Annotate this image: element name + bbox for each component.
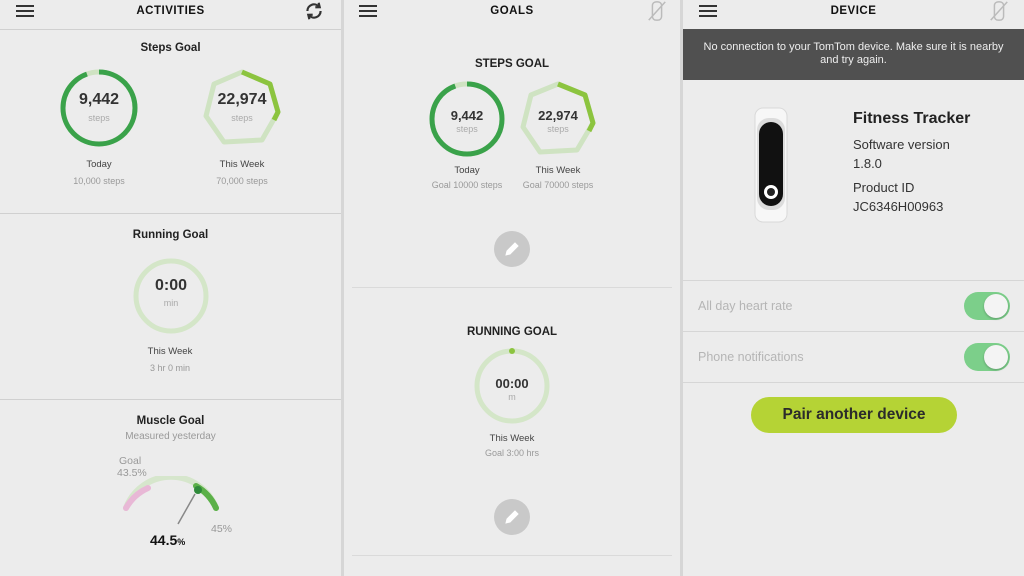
muscle-goal-subtitle: Measured yesterday — [125, 431, 216, 442]
steps-week-value: 22,974 — [538, 108, 578, 123]
goals-screen: GOALS STEPS GOAL 9,442 steps Today Goal … — [344, 0, 680, 576]
steps-today-value: 9,442 — [78, 91, 120, 108]
top-bar: GOALS — [344, 0, 680, 24]
running-value: 0:00 — [154, 277, 188, 294]
activities-screen: ACTIVITIES Steps Goal 9,442 steps Today … — [0, 0, 341, 576]
page-title: ACTIVITIES — [136, 5, 205, 17]
top-bar: ACTIVITIES — [0, 0, 341, 24]
device-screen: DEVICE No connection to your TomTom devi… — [683, 0, 1024, 576]
muscle-gauge — [123, 476, 219, 525]
steps-week-label: This Week — [535, 165, 581, 176]
watch-disconnected-icon — [990, 1, 1008, 21]
sync-icon[interactable] — [303, 0, 325, 22]
top-bar: DEVICE — [683, 0, 1024, 24]
setting-label: All day heart rate — [698, 299, 793, 313]
running-goal-heading: RUNNING GOAL — [466, 326, 558, 338]
product-id-value: JC6346H00963 — [853, 199, 944, 214]
steps-today-unit: steps — [88, 113, 110, 123]
steps-week-unit: steps — [231, 113, 253, 123]
running-label: This Week — [489, 433, 535, 444]
steps-week-label: This Week — [219, 159, 265, 170]
running-goal: Goal 3:00 hrs — [484, 448, 540, 458]
running-goal-heading: Running Goal — [132, 229, 209, 241]
steps-goal-heading: Steps Goal — [140, 42, 201, 54]
steps-today-label: Today — [454, 165, 480, 176]
setting-phone-notifications: Phone notifications — [683, 331, 1024, 381]
running-unit: min — [163, 298, 179, 308]
pencil-icon — [505, 242, 519, 256]
steps-week-unit: steps — [547, 124, 569, 134]
watch-disconnected-icon — [648, 1, 666, 21]
product-id-label: Product ID — [853, 180, 915, 195]
steps-goal-heading: STEPS GOAL — [474, 58, 550, 70]
fitness-tracker-image — [754, 107, 788, 223]
connection-warning-banner: No connection to your TomTom device. Mak… — [683, 29, 1024, 80]
muscle-max-label: 45% — [211, 523, 233, 535]
muscle-current-value: 44.5% — [150, 532, 186, 548]
page-title: GOALS — [490, 5, 534, 17]
pair-another-device-button[interactable]: Pair another device — [751, 397, 957, 433]
page-title: DEVICE — [830, 5, 877, 17]
muscle-goal-label: Goal — [119, 455, 142, 467]
device-name: Fitness Tracker — [853, 110, 971, 127]
steps-week-value: 22,974 — [217, 91, 267, 108]
steps-week-goal: 70,000 steps — [216, 176, 268, 186]
running-ring — [133, 258, 209, 334]
setting-label: Phone notifications — [698, 350, 804, 364]
software-version-value: 1.8.0 — [853, 156, 882, 171]
running-value: 00:00 — [495, 376, 529, 391]
edit-running-goal-button[interactable] — [494, 499, 530, 535]
edit-steps-goal-button[interactable] — [494, 231, 530, 267]
phone-notifications-toggle[interactable] — [964, 343, 1010, 371]
pencil-icon — [505, 510, 519, 524]
running-goal: 3 hr 0 min — [149, 363, 191, 373]
steps-today-value: 9,442 — [450, 108, 484, 123]
steps-today-label: Today — [86, 159, 112, 170]
software-version-label: Software version — [853, 137, 950, 152]
running-label: This Week — [147, 346, 193, 357]
setting-all-day-heart-rate: All day heart rate — [683, 280, 1024, 330]
steps-week-goal: Goal 70000 steps — [522, 180, 594, 190]
steps-today-goal: 10,000 steps — [73, 176, 125, 186]
steps-today-unit: steps — [456, 124, 478, 134]
running-unit: m — [508, 392, 516, 402]
heart-rate-toggle[interactable] — [964, 292, 1010, 320]
muscle-goal-heading: Muscle Goal — [136, 415, 205, 427]
